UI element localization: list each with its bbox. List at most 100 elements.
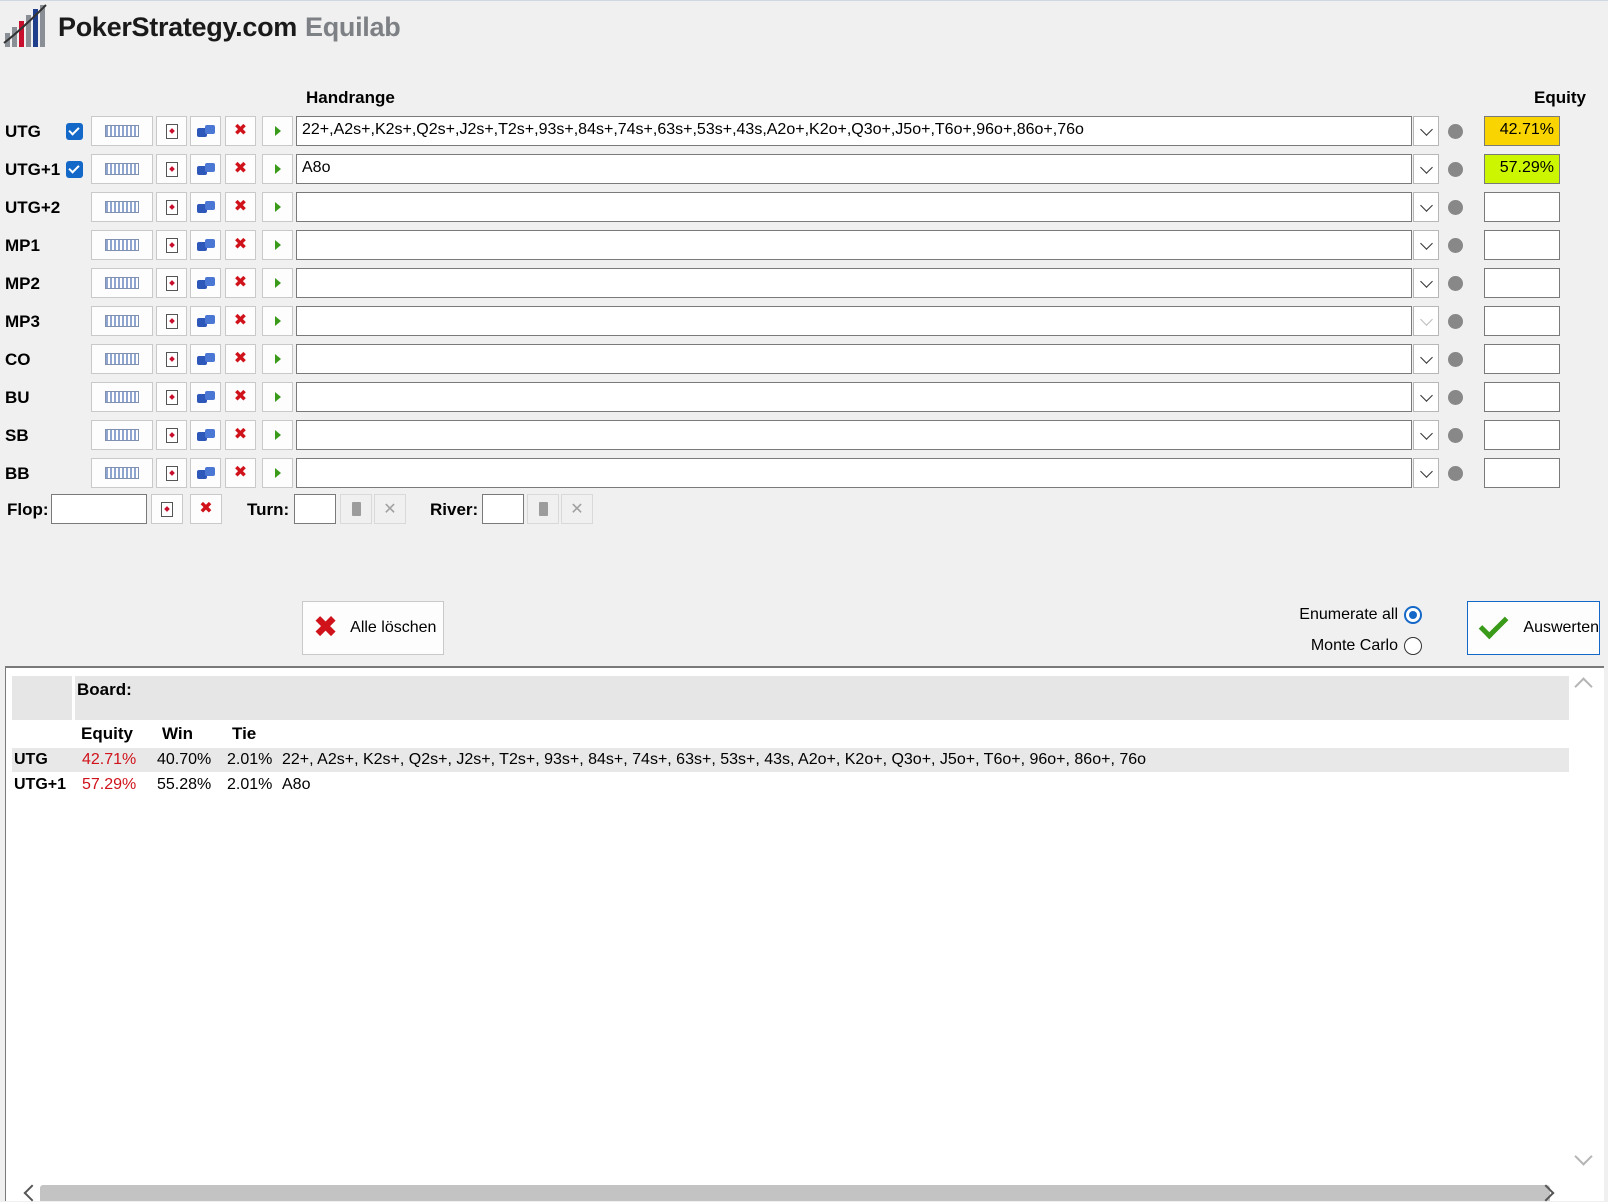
clear-range-button[interactable]: ✖ — [225, 268, 256, 298]
apply-range-button[interactable] — [262, 382, 293, 412]
random-hand-button[interactable] — [190, 230, 221, 260]
range-matrix-button[interactable] — [91, 154, 153, 184]
scroll-left-arrow-icon[interactable] — [23, 1184, 41, 1202]
random-hand-button[interactable] — [190, 458, 221, 488]
clear-range-button[interactable]: ✖ — [225, 420, 256, 450]
apply-range-button[interactable] — [262, 306, 293, 336]
range-matrix-button[interactable] — [91, 420, 153, 450]
random-hand-button[interactable] — [190, 116, 221, 146]
clear-range-button[interactable]: ✖ — [225, 458, 256, 488]
position-label: BU — [5, 388, 30, 407]
evaluate-button[interactable]: Auswerten — [1467, 601, 1600, 655]
card-picker-button[interactable] — [156, 420, 187, 450]
scroll-up-arrow-icon[interactable] — [1574, 677, 1593, 696]
chevron-down-icon — [1419, 122, 1433, 136]
range-matrix-button[interactable] — [91, 382, 153, 412]
river-input[interactable] — [482, 494, 524, 524]
random-hand-button[interactable] — [190, 154, 221, 184]
apply-range-button[interactable] — [262, 344, 293, 374]
handrange-dropdown-button[interactable] — [1413, 306, 1439, 336]
card-picker-button[interactable] — [156, 268, 187, 298]
handrange-dropdown-button[interactable] — [1413, 192, 1439, 222]
card-picker-button[interactable] — [156, 344, 187, 374]
player-row-co: CO ✖ — [0, 344, 1608, 376]
clear-range-button[interactable]: ✖ — [225, 154, 256, 184]
player-active-checkbox[interactable] — [66, 161, 83, 178]
handrange-input[interactable] — [296, 382, 1412, 412]
clear-range-button[interactable]: ✖ — [225, 230, 256, 260]
apply-range-button[interactable] — [262, 230, 293, 260]
handrange-dropdown-button[interactable] — [1413, 154, 1439, 184]
handrange-dropdown-button[interactable] — [1413, 116, 1439, 146]
card-picker-button[interactable] — [156, 382, 187, 412]
clear-range-button[interactable]: ✖ — [225, 192, 256, 222]
handrange-dropdown-button[interactable] — [1413, 382, 1439, 412]
handrange-input[interactable]: 22+,A2s+,K2s+,Q2s+,J2s+,T2s+,93s+,84s+,7… — [296, 116, 1412, 146]
card-picker-button[interactable] — [156, 230, 187, 260]
handrange-dropdown-button[interactable] — [1413, 268, 1439, 298]
dice-icon — [196, 277, 215, 289]
range-matrix-button[interactable] — [91, 230, 153, 260]
clear-range-button[interactable]: ✖ — [225, 382, 256, 412]
apply-range-button[interactable] — [262, 116, 293, 146]
turn-input[interactable] — [294, 494, 336, 524]
player-active-checkbox[interactable] — [66, 123, 83, 140]
handrange-dropdown-button[interactable] — [1413, 420, 1439, 450]
flop-clear-button[interactable]: ✖ — [190, 494, 222, 524]
handrange-input[interactable]: A8o — [296, 154, 1412, 184]
turn-cards-button[interactable] — [340, 494, 372, 524]
handrange-dropdown-button[interactable] — [1413, 458, 1439, 488]
player-row-mp1: MP1 ✖ — [0, 230, 1608, 262]
enumerate-all-radio[interactable] — [1404, 606, 1422, 624]
card-picker-button[interactable] — [156, 192, 187, 222]
random-hand-button[interactable] — [190, 344, 221, 374]
apply-range-button[interactable] — [262, 458, 293, 488]
apply-range-button[interactable] — [262, 268, 293, 298]
turn-label: Turn: — [247, 500, 290, 519]
card-picker-button[interactable] — [156, 116, 187, 146]
random-hand-button[interactable] — [190, 420, 221, 450]
handrange-input[interactable] — [296, 230, 1412, 260]
range-matrix-button[interactable] — [91, 306, 153, 336]
flop-input[interactable] — [51, 494, 147, 524]
flop-cards-button[interactable] — [151, 494, 183, 524]
range-matrix-button[interactable] — [91, 192, 153, 222]
monte-carlo-option[interactable]: Monte Carlo — [1311, 637, 1422, 655]
handrange-input[interactable] — [296, 458, 1412, 488]
range-matrix-button[interactable] — [91, 268, 153, 298]
apply-range-button[interactable] — [262, 154, 293, 184]
range-matrix-button[interactable] — [91, 344, 153, 374]
results-panel[interactable]: Board: Equity Win Tie UTG 42.71% 40.70% … — [5, 666, 1604, 1202]
card-picker-button[interactable] — [156, 154, 187, 184]
enumerate-all-option[interactable]: Enumerate all — [1299, 606, 1422, 624]
apply-range-button[interactable] — [262, 192, 293, 222]
clear-range-button[interactable]: ✖ — [225, 116, 256, 146]
handrange-input[interactable] — [296, 268, 1412, 298]
apply-range-button[interactable] — [262, 420, 293, 450]
range-matrix-button[interactable] — [91, 458, 153, 488]
chevron-down-icon — [1419, 350, 1433, 364]
handrange-input[interactable] — [296, 420, 1412, 450]
monte-carlo-radio[interactable] — [1404, 637, 1422, 655]
clear-range-button[interactable]: ✖ — [225, 306, 256, 336]
random-hand-button[interactable] — [190, 382, 221, 412]
handrange-input[interactable] — [296, 306, 1412, 336]
random-hand-button[interactable] — [190, 306, 221, 336]
clear-all-button[interactable]: ✖ Alle löschen — [302, 601, 444, 655]
handrange-dropdown-button[interactable] — [1413, 230, 1439, 260]
card-picker-button[interactable] — [156, 306, 187, 336]
turn-clear-button[interactable]: ✕ — [374, 494, 406, 524]
horizontal-scrollbar-thumb[interactable] — [40, 1185, 1550, 1201]
river-clear-button[interactable]: ✕ — [561, 494, 593, 524]
handrange-input[interactable] — [296, 192, 1412, 222]
handrange-input[interactable] — [296, 344, 1412, 374]
card-picker-button[interactable] — [156, 458, 187, 488]
handrange-dropdown-button[interactable] — [1413, 344, 1439, 374]
range-matrix-button[interactable] — [91, 116, 153, 146]
random-hand-button[interactable] — [190, 268, 221, 298]
player-row-mp2: MP2 ✖ — [0, 268, 1608, 300]
scroll-down-arrow-icon[interactable] — [1574, 1147, 1593, 1166]
clear-range-button[interactable]: ✖ — [225, 344, 256, 374]
river-cards-button[interactable] — [527, 494, 559, 524]
random-hand-button[interactable] — [190, 192, 221, 222]
